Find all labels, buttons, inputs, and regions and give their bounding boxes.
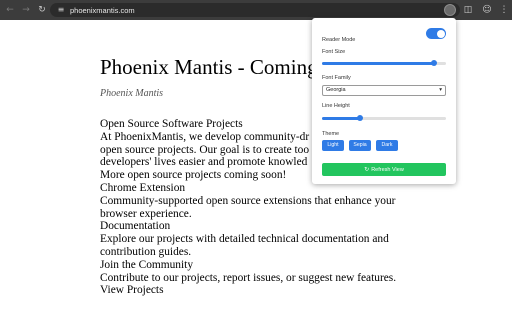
- line-height-label: Line Height: [322, 103, 350, 109]
- menu-icon[interactable]: ⋮: [498, 4, 510, 16]
- reader-mode-label: Reader Mode: [322, 37, 356, 43]
- theme-sepia-button[interactable]: Sepia: [349, 140, 371, 151]
- refresh-icon: ↻: [364, 166, 370, 173]
- font-family-value: Georgia: [326, 87, 346, 93]
- reader-mode-toggle[interactable]: [426, 28, 446, 39]
- browser-toolbar: ← → ↻ ≡ phoenixmantis.com ☆ ◫ ☺ ⋮: [0, 0, 512, 20]
- url-text[interactable]: phoenixmantis.com: [70, 6, 135, 15]
- reload-icon[interactable]: ↻: [36, 4, 48, 16]
- font-size-label: Font Size: [322, 49, 346, 55]
- body-line: Community-supported open source extensio…: [100, 194, 396, 207]
- line-height-slider-fill: [322, 117, 361, 120]
- body-line: browser experience.: [100, 207, 192, 220]
- theme-light-button[interactable]: Light: [322, 140, 344, 151]
- section-heading: Documentation: [100, 220, 171, 233]
- font-family-select[interactable]: Georgia ▾: [322, 85, 446, 96]
- section-heading: Join the Community: [100, 258, 194, 271]
- extension-icon[interactable]: [444, 4, 456, 16]
- font-family-label: Font Family: [322, 75, 351, 81]
- refresh-view-label: Refresh View: [371, 167, 404, 173]
- line-height-slider-thumb[interactable]: [357, 114, 364, 121]
- address-bar[interactable]: ≡ phoenixmantis.com ☆: [50, 3, 460, 17]
- refresh-view-button[interactable]: ↻ Refresh View: [322, 163, 446, 176]
- font-size-slider-fill: [322, 62, 434, 65]
- reader-mode-popup: Reader Mode Font Size Font Family Georgi…: [312, 18, 456, 184]
- back-icon[interactable]: ←: [4, 4, 16, 16]
- toggle-knob: [436, 29, 445, 38]
- body-line: contribution guides.: [100, 245, 192, 258]
- profile-icon[interactable]: ☺: [481, 4, 493, 16]
- theme-dark-button[interactable]: Dark: [376, 140, 398, 151]
- theme-label: Theme: [322, 131, 340, 137]
- chevron-down-icon: ▾: [439, 87, 442, 93]
- reader-mode-row: Reader Mode: [322, 28, 446, 43]
- body-line: Explore our projects with detailed techn…: [100, 233, 389, 246]
- font-size-slider[interactable]: [322, 59, 446, 66]
- line-height-slider[interactable]: [322, 114, 446, 121]
- body-line: Contribute to our projects, report issue…: [100, 271, 397, 284]
- view-projects-link[interactable]: View Projects: [100, 284, 405, 297]
- forward-icon[interactable]: →: [20, 4, 32, 16]
- site-info-icon[interactable]: ≡: [56, 5, 66, 15]
- side-panel-icon[interactable]: ◫: [462, 4, 474, 16]
- font-size-slider-thumb[interactable]: [430, 59, 437, 66]
